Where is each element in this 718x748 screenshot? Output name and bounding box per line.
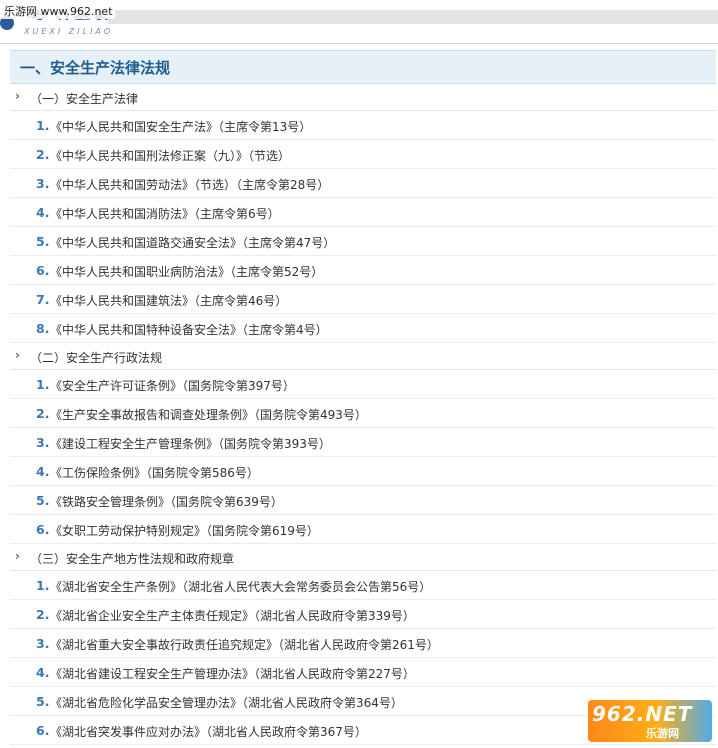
- item-number: 4.: [36, 205, 50, 220]
- subsection-label: （二）安全生产行政法规: [30, 351, 163, 365]
- item-number: 3.: [36, 636, 50, 651]
- law-list-item[interactable]: 2. 《湖北省企业安全生产主体责任规定》（湖北省人民政府令第339号）: [10, 600, 716, 629]
- chevron-right-icon: ›: [15, 549, 20, 563]
- item-title[interactable]: 《生产安全事故报告和调查处理条例》（国务院令第493号）: [50, 406, 367, 423]
- header-divider: [0, 43, 718, 44]
- item-number: 1.: [36, 377, 50, 392]
- law-list-item[interactable]: 5. 《铁路安全管理条例》（国务院令第639号）: [10, 486, 716, 515]
- section-header: 一、安全生产法律法规: [10, 50, 716, 84]
- item-number: 4.: [36, 464, 50, 479]
- watermark-main-text: 962.NET: [592, 702, 693, 726]
- chevron-right-icon: ›: [15, 348, 20, 362]
- item-number: 6.: [36, 522, 50, 537]
- law-list-item[interactable]: 3. 《中华人民共和国劳动法》（节选）（主席令第28号）: [10, 169, 716, 198]
- item-title[interactable]: 《中华人民共和国劳动法》（节选）（主席令第28号）: [50, 176, 329, 193]
- law-list-item[interactable]: 3. 《湖北省重大安全事故行政责任追究规定》（湖北省人民政府令第261号）: [10, 629, 716, 658]
- chevron-right-icon: ›: [15, 89, 20, 103]
- header-banner-stripe: [108, 10, 718, 24]
- item-number: 8.: [36, 321, 50, 336]
- law-list-item[interactable]: 2. 《生产安全事故报告和调查处理条例》（国务院令第493号）: [10, 399, 716, 428]
- law-list-item[interactable]: 1. 《中华人民共和国安全生产法》（主席令第13号）: [10, 111, 716, 140]
- law-groups: › （一）安全生产法律 1. 《中华人民共和国安全生产法》（主席令第13号） 2. 《中华…: [0, 84, 718, 745]
- item-title[interactable]: 《女职工劳动保护特别规定》（国务院令第619号）: [50, 522, 319, 539]
- item-title[interactable]: 《湖北省安全生产条例》（湖北省人民代表大会常务委员会公告第56号）: [50, 578, 431, 595]
- item-title[interactable]: 《工伤保险条例》（国务院令第586号）: [50, 464, 259, 481]
- subsection-header[interactable]: › （一）安全生产法律: [10, 84, 716, 111]
- subsection-label: （一）安全生产法律: [30, 92, 139, 106]
- item-title[interactable]: 《中华人民共和国道路交通安全法》（主席令第47号）: [50, 234, 335, 251]
- law-list-item[interactable]: 4. 《中华人民共和国消防法》（主席令第6号）: [10, 198, 716, 227]
- law-list-item[interactable]: 4. 《工伤保险条例》（国务院令第586号）: [10, 457, 716, 486]
- item-number: 3.: [36, 435, 50, 450]
- item-number: 7.: [36, 292, 50, 307]
- item-title[interactable]: 《安全生产许可证条例》（国务院令第397号）: [50, 377, 295, 394]
- item-number: 6.: [36, 263, 50, 278]
- law-list-item[interactable]: 7. 《中华人民共和国建筑法》（主席令第46号）: [10, 285, 716, 314]
- item-title[interactable]: 《湖北省突发事件应对办法》（湖北省人民政府令第367号）: [50, 723, 367, 740]
- item-title[interactable]: 《建设工程安全生产管理条例》（国务院令第393号）: [50, 435, 331, 452]
- site-logo-watermark: 962.NET 乐游网: [588, 700, 712, 742]
- item-number: 2.: [36, 406, 50, 421]
- law-list-item[interactable]: 1. 《湖北省安全生产条例》（湖北省人民代表大会常务委员会公告第56号）: [10, 571, 716, 600]
- item-title[interactable]: 《中华人民共和国刑法修正案（九）》（节选）: [50, 147, 290, 164]
- document-content: 一、安全生产法律法规 › （一）安全生产法律 1. 《中华人民共和国安全生产法》（主席…: [0, 50, 718, 745]
- site-watermark-text: 乐游网 www.962.net: [2, 3, 115, 19]
- item-title[interactable]: 《中华人民共和国建筑法》（主席令第46号）: [50, 292, 287, 309]
- watermark-sub-text: 乐游网: [646, 727, 679, 740]
- item-title[interactable]: 《中华人民共和国消防法》（主席令第6号）: [50, 205, 280, 222]
- item-number: 1.: [36, 118, 50, 133]
- logo-subtitle: XUEXI ZILIAO: [24, 27, 114, 36]
- item-number: 2.: [36, 147, 50, 162]
- item-number: 4.: [36, 665, 50, 680]
- subsection-header[interactable]: › （三）安全生产地方性法规和政府规章: [10, 544, 716, 571]
- item-title[interactable]: 《湖北省企业安全生产主体责任规定》（湖北省人民政府令第339号）: [50, 607, 415, 624]
- item-title[interactable]: 《湖北省重大安全事故行政责任追究规定》（湖北省人民政府令第261号）: [50, 636, 439, 653]
- item-title[interactable]: 《中华人民共和国安全生产法》（主席令第13号）: [50, 118, 311, 135]
- item-title[interactable]: 《中华人民共和国职业病防治法》（主席令第52号）: [50, 263, 323, 280]
- law-list-item[interactable]: 2. 《中华人民共和国刑法修正案（九）》（节选）: [10, 140, 716, 169]
- law-list-item[interactable]: 6. 《中华人民共和国职业病防治法》（主席令第52号）: [10, 256, 716, 285]
- item-number: 5.: [36, 694, 50, 709]
- item-title[interactable]: 《中华人民共和国特种设备安全法》（主席令第4号）: [50, 321, 328, 338]
- item-title[interactable]: 《湖北省危险化学品安全管理办法》（湖北省人民政府令第364号）: [50, 694, 403, 711]
- law-list-item[interactable]: 3. 《建设工程安全生产管理条例》（国务院令第393号）: [10, 428, 716, 457]
- law-list-item[interactable]: 4. 《湖北省建设工程安全生产管理办法》（湖北省人民政府令第227号）: [10, 658, 716, 687]
- law-list-item[interactable]: 6. 《女职工劳动保护特别规定》（国务院令第619号）: [10, 515, 716, 544]
- subsection-label: （三）安全生产地方性法规和政府规章: [30, 552, 235, 566]
- item-number: 1.: [36, 578, 50, 593]
- item-number: 6.: [36, 723, 50, 738]
- subsection-header[interactable]: › （二）安全生产行政法规: [10, 343, 716, 370]
- item-title[interactable]: 《湖北省建设工程安全生产管理办法》（湖北省人民政府令第227号）: [50, 665, 415, 682]
- item-number: 5.: [36, 234, 50, 249]
- section-title: 一、安全生产法律法规: [20, 59, 171, 77]
- law-list-item[interactable]: 5. 《中华人民共和国道路交通安全法》（主席令第47号）: [10, 227, 716, 256]
- item-title[interactable]: 《铁路安全管理条例》（国务院令第639号）: [50, 493, 283, 510]
- law-list-item[interactable]: 1. 《安全生产许可证条例》（国务院令第397号）: [10, 370, 716, 399]
- item-number: 5.: [36, 493, 50, 508]
- top-header: 乐游网 www.962.net 学习资料 XUEXI ZILIAO: [0, 0, 718, 44]
- item-number: 3.: [36, 176, 50, 191]
- item-number: 2.: [36, 607, 50, 622]
- law-list-item[interactable]: 8. 《中华人民共和国特种设备安全法》（主席令第4号）: [10, 314, 716, 343]
